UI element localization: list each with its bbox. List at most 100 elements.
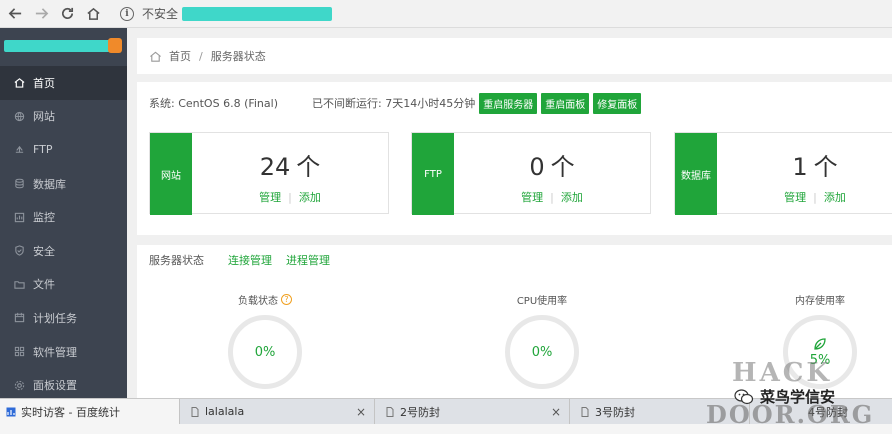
sidebar-item-cron[interactable]: 计划任务 [0, 301, 127, 335]
metric-label: 内存使用率 [770, 292, 870, 307]
stat-tag: 网站 [150, 133, 192, 215]
metric-label-text: 内存使用率 [795, 296, 845, 307]
sidebar-item-label: 网站 [33, 110, 55, 124]
browser-tab-strip: 实时访客 - 百度统计 lalalala × 2号防封 × 3号防封 4号防封 [0, 398, 892, 424]
metric-label-text: 负载状态 [238, 296, 278, 307]
stat-count-unit: 个 [550, 153, 575, 181]
arrow-right-icon [35, 8, 48, 19]
load-gauge[interactable]: 0% [228, 315, 302, 389]
sidebar-item-label: 监控 [33, 211, 55, 225]
security-label: 不安全 [142, 7, 179, 21]
stat-count: 0个 [454, 147, 650, 182]
stat-count-unit: 个 [296, 153, 321, 181]
logo-redaction [4, 40, 110, 52]
memory-gauge[interactable]: 5% [783, 315, 857, 389]
tab-label: 实时访客 - 百度统计 [21, 405, 120, 419]
add-link[interactable]: 添加 [561, 191, 583, 204]
help-icon[interactable]: ? [281, 294, 292, 305]
gauge-value: 0% [531, 344, 553, 360]
server-status-title: 服务器状态 [149, 254, 204, 267]
tab-anti-block-2[interactable]: 2号防封 × [375, 399, 570, 424]
reload-button[interactable] [56, 3, 78, 25]
manage-link[interactable]: 管理 [784, 191, 806, 204]
url-redaction [182, 6, 333, 21]
connection-manage-link[interactable]: 连接管理 [228, 252, 272, 268]
stat-tag: 数据库 [675, 133, 717, 215]
breadcrumb-separator: / [199, 49, 203, 63]
reload-icon [61, 7, 73, 19]
gear-icon [14, 380, 25, 391]
gauge-value: 0% [254, 344, 276, 360]
sidebar-item-label: FTP [33, 143, 53, 157]
stat-count-unit: 个 [813, 153, 838, 181]
back-button[interactable] [4, 3, 26, 25]
tab-anti-block-3[interactable]: 3号防封 [570, 399, 750, 424]
sidebar-item-monitor[interactable]: 监控 [0, 200, 127, 234]
sidebar-item-settings[interactable]: 面板设置 [0, 368, 127, 402]
sidebar-item-label: 首页 [33, 76, 55, 90]
info-icon[interactable]: i [120, 6, 134, 21]
tab-baidu-stats[interactable]: 实时访客 - 百度统计 [0, 399, 180, 424]
page-icon [191, 406, 199, 417]
sidebar-item-label: 安全 [33, 244, 55, 258]
os-info: 系统: CentOS 6.8 (Final) [149, 97, 278, 110]
sidebar-item-software[interactable]: 软件管理 [0, 335, 127, 369]
add-link[interactable]: 添加 [299, 191, 321, 204]
sidebar-item-files[interactable]: 文件 [0, 268, 127, 302]
restart-server-button[interactable]: 重启服务器 [479, 92, 538, 114]
breadcrumb-home[interactable]: 首页 [169, 48, 191, 64]
restart-panel-button[interactable]: 重启面板 [541, 92, 590, 114]
manage-link[interactable]: 管理 [259, 191, 281, 204]
tab-label: 2号防封 [400, 405, 440, 419]
breadcrumb-current: 服务器状态 [210, 50, 266, 63]
sidebar-item-website[interactable]: 网站 [0, 100, 127, 134]
metric-memory: 内存使用率 5% [770, 292, 870, 389]
stat-count: 24 个 [192, 147, 388, 182]
logo-badge [108, 38, 122, 53]
link-separator: | [813, 191, 817, 204]
tab-label: 3号防封 [595, 405, 635, 419]
stat-card-database: 数据库 1个 管理 | 添加 [674, 132, 892, 215]
tab-label: 4号防封 [808, 405, 848, 419]
metric-label: 负载状态? [215, 292, 315, 307]
tab-label: lalalala [205, 405, 245, 418]
sidebar-item-security[interactable]: 安全 [0, 234, 127, 268]
sidebar-item-label: 数据库 [33, 177, 66, 191]
section-divider [137, 235, 892, 245]
repair-panel-button[interactable]: 修复面板 [593, 92, 642, 114]
bookmarks-strip [0, 424, 892, 434]
forward-button[interactable] [30, 3, 52, 25]
uptime-info: 已不间断运行: 7天14小时45分钟 [312, 97, 476, 110]
page-icon [386, 406, 394, 417]
stat-links: 管理 | 添加 [192, 189, 388, 205]
database-icon [14, 178, 25, 189]
address-bar[interactable]: i 不安全 [120, 3, 333, 25]
home-icon [14, 77, 25, 88]
tab-lalalala[interactable]: lalalala × [180, 399, 375, 424]
close-icon[interactable]: × [551, 405, 561, 419]
metric-label-text: CPU使用率 [516, 296, 568, 307]
stat-card-website: 网站 24 个 管理 | 添加 [149, 132, 389, 215]
overview-panel: 系统: CentOS 6.8 (Final) 已不间断运行: 7天14小时45分… [137, 82, 892, 402]
leaf-icon[interactable] [813, 337, 827, 351]
stat-card-ftp: FTP 0个 管理 | 添加 [411, 132, 651, 215]
chart-favicon-icon [6, 407, 16, 416]
close-icon[interactable]: × [356, 405, 366, 419]
home-button[interactable] [82, 3, 104, 25]
system-info: 系统: CentOS 6.8 (Final) 已不间断运行: 7天14小时45分… [149, 92, 642, 114]
apps-icon [14, 346, 25, 357]
sidebar-item-database[interactable]: 数据库 [0, 167, 127, 201]
add-link[interactable]: 添加 [824, 191, 846, 204]
manage-link[interactable]: 管理 [521, 191, 543, 204]
gauge-value: 5% [809, 352, 831, 368]
tab-anti-block-4[interactable]: 4号防封 [750, 399, 892, 424]
sidebar-item-ftp[interactable]: FTP [0, 133, 127, 167]
sidebar-item-label: 计划任务 [33, 311, 77, 325]
cpu-gauge[interactable]: 0% [505, 315, 579, 389]
sidebar-item-home[interactable]: 首页 [0, 66, 127, 100]
home-icon[interactable] [149, 50, 162, 63]
shield-icon [14, 245, 25, 256]
process-manage-link[interactable]: 进程管理 [286, 252, 330, 268]
sidebar-item-label: 文件 [33, 278, 55, 292]
monitor-icon [14, 212, 25, 223]
